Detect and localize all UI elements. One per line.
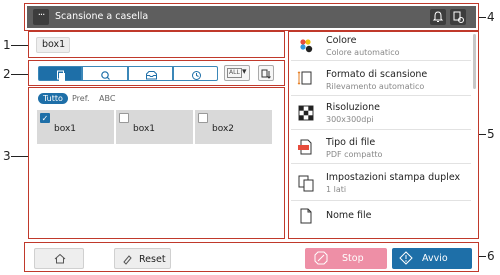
box-checkbox-3[interactable] xyxy=(198,113,208,123)
box-number-field[interactable]: box1 xyxy=(36,37,70,53)
box-list-button[interactable] xyxy=(38,66,82,81)
tab-tutto[interactable]: Tutto xyxy=(38,93,68,104)
setting-value-formato-scansione: Rilevamento automatico xyxy=(326,82,425,91)
search-icon xyxy=(101,71,110,80)
callout-5: 5 xyxy=(487,127,495,141)
stop-button[interactable]: Stop xyxy=(305,248,387,269)
scan-size-icon xyxy=(297,71,312,85)
color-icon xyxy=(300,39,313,53)
sort-button[interactable] xyxy=(258,65,274,81)
callout-line-2 xyxy=(11,74,28,75)
setting-nome-file[interactable]: Nome file xyxy=(291,201,471,238)
callout-line-5 xyxy=(479,134,486,135)
setting-stampa-duplex[interactable]: Impostazioni stampa duplex 1 lati xyxy=(291,164,471,201)
callout-1: 1 xyxy=(3,38,11,52)
duplex-icon xyxy=(298,175,314,192)
resolution-icon xyxy=(298,105,314,121)
tab-abc[interactable]: ABC xyxy=(99,94,115,103)
setting-name-stampa-duplex: Impostazioni stampa duplex xyxy=(326,172,461,183)
setting-value-colore: Colore automatico xyxy=(326,48,400,57)
setting-name-nome-file: Nome file xyxy=(326,210,372,221)
start-icon xyxy=(399,251,413,265)
box-label-1: box1 xyxy=(54,124,76,134)
box-checkbox-1[interactable]: ✓ xyxy=(40,113,50,123)
settings-scrollbar[interactable] xyxy=(473,34,476,89)
job-list-icon xyxy=(453,11,464,23)
eraser-icon xyxy=(123,255,132,265)
setting-name-colore: Colore xyxy=(326,35,357,46)
box-label-2: box1 xyxy=(133,124,155,134)
setting-colore[interactable]: Colore Colore automatico xyxy=(291,32,471,61)
ellipsis-icon: ··· xyxy=(37,10,45,21)
box-list-icon xyxy=(57,70,65,81)
setting-tipo-file[interactable]: Tipo di file PDF compatto xyxy=(291,130,471,164)
inbox-button[interactable] xyxy=(128,66,173,81)
home-button[interactable] xyxy=(34,248,84,269)
file-name-icon xyxy=(300,208,312,224)
start-button[interactable]: Avvio xyxy=(392,248,472,269)
setting-formato-scansione[interactable]: Formato di scansione Rilevamento automat… xyxy=(291,61,471,96)
history-button[interactable] xyxy=(173,66,218,81)
notification-button[interactable] xyxy=(430,9,446,25)
box-tile-1[interactable]: ✓ box1 xyxy=(37,110,114,144)
box-checkbox-2[interactable] xyxy=(119,113,129,123)
setting-risoluzione[interactable]: Risoluzione 300x300dpi xyxy=(291,96,471,130)
filter-dropdown-label: ALL xyxy=(227,68,242,78)
page-title: Scansione a casella xyxy=(55,11,149,22)
reset-button[interactable]: Reset xyxy=(114,248,171,269)
search-button[interactable] xyxy=(82,66,128,81)
chevron-down-icon: ▾ xyxy=(242,67,247,77)
callout-2: 2 xyxy=(3,67,11,81)
stop-button-label: Stop xyxy=(342,253,364,264)
box-label-3: box2 xyxy=(212,124,234,134)
callout-6: 6 xyxy=(487,249,495,263)
callout-line-1 xyxy=(11,45,28,46)
callout-4: 4 xyxy=(487,10,495,24)
setting-value-stampa-duplex: 1 lati xyxy=(326,185,347,194)
tab-pref[interactable]: Pref. xyxy=(72,94,90,103)
callout-3: 3 xyxy=(3,149,11,163)
filter-dropdown[interactable]: ALL ▾ xyxy=(224,65,250,81)
clock-icon xyxy=(192,71,201,80)
start-button-label: Avvio xyxy=(422,253,448,264)
reset-button-label: Reset xyxy=(139,254,166,265)
setting-value-risoluzione: 300x300dpi xyxy=(326,115,374,124)
setting-value-tipo-file: PDF compatto xyxy=(326,150,383,159)
header-bar: ··· Scansione a casella xyxy=(27,6,476,28)
box-tile-2[interactable]: box1 xyxy=(116,110,193,144)
box-tile-3[interactable]: box2 xyxy=(195,110,272,144)
pdf-file-icon xyxy=(298,139,312,155)
sort-icon xyxy=(261,69,271,79)
bell-icon xyxy=(432,11,444,22)
inbox-icon xyxy=(146,71,157,80)
setting-name-risoluzione: Risoluzione xyxy=(326,102,380,113)
menu-button[interactable]: ··· xyxy=(33,9,49,25)
home-icon xyxy=(54,253,66,264)
setting-name-tipo-file: Tipo di file xyxy=(326,137,376,148)
callout-line-6 xyxy=(479,256,486,257)
job-list-button[interactable] xyxy=(450,9,466,25)
callout-line-3 xyxy=(11,156,28,157)
callout-line-4 xyxy=(479,17,486,18)
stop-icon xyxy=(314,251,328,265)
setting-name-formato-scansione: Formato di scansione xyxy=(326,69,428,80)
